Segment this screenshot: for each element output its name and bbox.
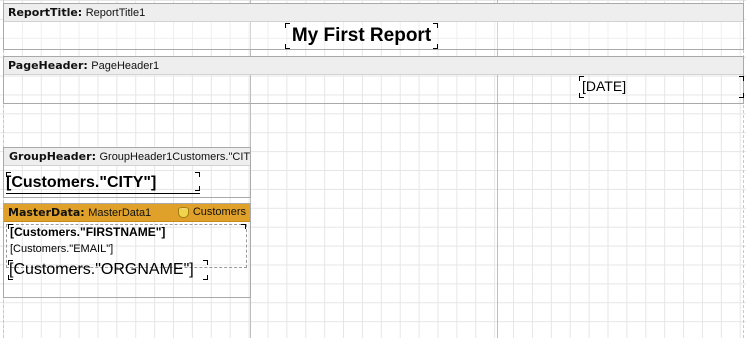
- selection-marker: [739, 76, 744, 81]
- selection-marker: [203, 260, 208, 265]
- band-name-label: GroupHeader1: [99, 151, 173, 163]
- report-title-band[interactable]: ReportTitle: ReportTitle1 My First Repor…: [3, 3, 744, 50]
- selection-marker: [739, 93, 744, 98]
- selection-marker: [8, 260, 13, 265]
- email-text[interactable]: [Customers."EMAIL"]: [8, 242, 246, 257]
- band-kind-label: GroupHeader:: [9, 150, 96, 163]
- selection-marker: [8, 275, 13, 280]
- band-name-label: PageHeader1: [91, 60, 160, 72]
- selection-marker: [433, 44, 438, 49]
- firstname-value: [Customers."FIRSTNAME"]: [10, 225, 166, 239]
- band-kind-label: ReportTitle:: [8, 6, 83, 19]
- page-header-band[interactable]: PageHeader: PageHeader1 [DATE]: [3, 56, 744, 104]
- report-title-band-header[interactable]: ReportTitle: ReportTitle1: [4, 4, 743, 22]
- selection-marker: [285, 23, 290, 28]
- master-data-band-header[interactable]: MasterData: MasterData1 Customers: [4, 204, 250, 222]
- selection-marker: [195, 186, 200, 191]
- date-text[interactable]: [DATE]: [579, 76, 744, 98]
- master-data-datasource[interactable]: Customers: [177, 204, 246, 221]
- band-kind-label: PageHeader:: [8, 59, 88, 72]
- selection-marker: [241, 224, 246, 229]
- selection-marker: [8, 224, 13, 229]
- city-value: [Customers."CITY"]: [6, 174, 157, 191]
- city-text[interactable]: [Customers."CITY"]: [6, 172, 200, 194]
- orgname-text[interactable]: [Customers."ORGNAME"]: [8, 259, 208, 281]
- selection-marker: [6, 172, 11, 177]
- selection-marker: [195, 172, 200, 177]
- firstname-text[interactable]: [Customers."FIRSTNAME"]: [8, 224, 246, 240]
- selection-marker: [579, 93, 584, 98]
- database-icon: [177, 206, 189, 219]
- orgname-value: [Customers."ORGNAME"]: [9, 261, 194, 278]
- report-title-text[interactable]: My First Report: [285, 22, 438, 50]
- band-kind-label: MasterData:: [8, 206, 85, 219]
- email-value: [Customers."EMAIL"]: [10, 243, 114, 255]
- selection-marker: [203, 275, 208, 280]
- group-header-band-header[interactable]: GroupHeader: GroupHeader1Customers."CITY…: [4, 148, 250, 166]
- selection-marker: [433, 23, 438, 28]
- page-header-band-header[interactable]: PageHeader: PageHeader1: [4, 57, 743, 75]
- band-name-label: ReportTitle1: [85, 7, 146, 19]
- column-divider: [497, 0, 498, 338]
- selection-marker: [285, 44, 290, 49]
- report-title-value: My First Report: [291, 25, 432, 46]
- selection-marker: [579, 76, 584, 81]
- date-value: [DATE]: [582, 78, 627, 94]
- master-data-band[interactable]: MasterData: MasterData1 Customers [Custo…: [3, 203, 251, 298]
- page-right-margin: [743, 0, 744, 338]
- datasource-label: Customers: [192, 206, 246, 218]
- band-name-label: MasterData1: [88, 207, 152, 219]
- group-condition-label: Customers."CITY": [172, 151, 250, 163]
- group-header-band[interactable]: GroupHeader: GroupHeader1Customers."CITY…: [3, 147, 251, 198]
